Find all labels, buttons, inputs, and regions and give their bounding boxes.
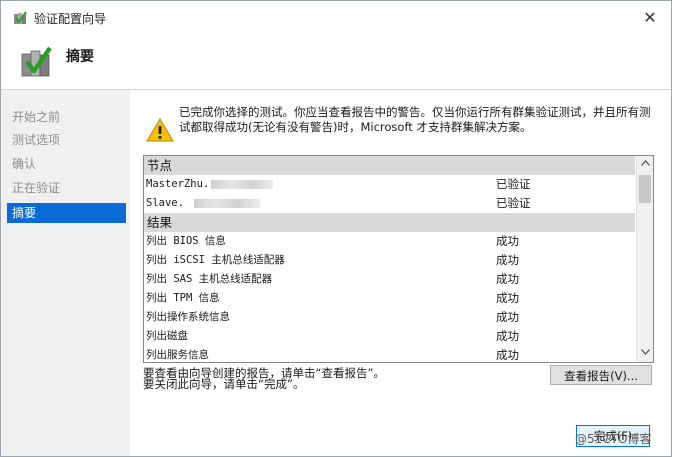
- result-name-cell: 列出 BIOS 信息: [146, 235, 226, 247]
- table-row[interactable]: 列出 SAS 主机总线适配器 成功: [144, 270, 635, 289]
- warning-icon: [146, 118, 174, 142]
- result-name-cell: 列出服务信息: [146, 349, 209, 361]
- result-status-cell: 成功: [496, 272, 519, 286]
- table-row[interactable]: 列出磁盘 成功: [144, 327, 635, 346]
- sidebar-item-testing-options[interactable]: 测试选项: [7, 130, 126, 150]
- result-status-cell: 成功: [496, 234, 519, 248]
- scroll-thumb[interactable]: [639, 175, 651, 203]
- close-wizard-instruction: 要关闭此向导，请单击“完成”。: [143, 377, 305, 391]
- table-row[interactable]: 列出 BIOS 信息 成功: [144, 232, 635, 251]
- chevron-down-icon: [640, 349, 650, 355]
- report-group-header-results: 结果: [144, 213, 635, 232]
- sidebar-item-before-you-begin[interactable]: 开始之前: [7, 107, 126, 127]
- title-bar: 验证配置向导 ✕: [1, 6, 671, 30]
- report-scrollbar[interactable]: [636, 156, 653, 362]
- report-list: 节点 MasterZhu. 已验证 Slave. 已验证 结果 列出 BIOS …: [144, 156, 635, 362]
- sidebar-item-summary[interactable]: 摘要: [7, 203, 126, 223]
- window-title: 验证配置向导: [34, 12, 107, 26]
- scroll-up-button[interactable]: [637, 156, 653, 173]
- report-note: 要查看由向导创建的报告，请单击“查看报告”。 要关闭此向导，请单击“完成”。: [143, 367, 385, 391]
- scroll-down-button[interactable]: [637, 345, 653, 362]
- redacted-blur: [211, 179, 274, 189]
- page-title: 摘要: [66, 49, 94, 65]
- table-row[interactable]: 列出操作系统信息 成功: [144, 308, 635, 327]
- table-row[interactable]: Slave. 已验证: [144, 194, 635, 213]
- node-status-cell: 已验证: [496, 196, 531, 210]
- result-name-cell: 列出操作系统信息: [146, 311, 230, 323]
- table-row[interactable]: 列出 iSCSI 主机总线适配器 成功: [144, 251, 635, 270]
- result-status-cell: 成功: [496, 253, 519, 267]
- sidebar-item-confirmation[interactable]: 确认: [7, 154, 126, 174]
- result-status-cell: 成功: [496, 329, 519, 343]
- node-status-cell: 已验证: [496, 177, 531, 191]
- result-name-cell: 列出 SAS 主机总线适配器: [146, 273, 273, 285]
- chevron-up-icon: [640, 160, 650, 166]
- result-status-cell: 成功: [496, 291, 519, 305]
- cluster-validate-icon: [14, 11, 27, 24]
- node-name-cell: Slave.: [146, 194, 260, 213]
- table-row[interactable]: MasterZhu. 已验证: [144, 175, 635, 194]
- node-name-cell: MasterZhu.: [146, 175, 274, 194]
- report-group-header-nodes: 节点: [144, 156, 635, 175]
- result-name-cell: 列出磁盘: [146, 330, 188, 342]
- report-listbox[interactable]: 节点 MasterZhu. 已验证 Slave. 已验证 结果 列出 BIOS …: [143, 155, 654, 363]
- result-status-cell: 成功: [496, 310, 519, 324]
- close-button[interactable]: ✕: [637, 6, 663, 30]
- result-name-cell: 列出 iSCSI 主机总线适配器: [146, 254, 285, 266]
- table-row[interactable]: 列出 TPM 信息 成功: [144, 289, 635, 308]
- watermark: @51CTO博客: [575, 432, 652, 446]
- redacted-blur: [193, 198, 260, 208]
- view-report-button[interactable]: 查看报告(V)...: [550, 365, 652, 385]
- sidebar-item-validating[interactable]: 正在验证: [7, 178, 126, 198]
- summary-message: 已完成你选择的测试。你应当查看报告中的警告。仅当你运行所有群集验证测试，并且所有…: [179, 105, 651, 134]
- cluster-checkmark-icon: [21, 46, 52, 77]
- summary-content: 已完成你选择的测试。你应当查看报告中的警告。仅当你运行所有群集验证测试，并且所有…: [130, 90, 671, 456]
- result-status-cell: 成功: [496, 348, 519, 362]
- wizard-window: 验证配置向导 ✕ 摘要 开始之前 测试选项 确认 正在验证 摘要 已完成你选择的…: [0, 0, 672, 457]
- table-row[interactable]: 列出服务信息 成功: [144, 346, 635, 362]
- result-name-cell: 列出 TPM 信息: [146, 292, 220, 304]
- wizard-steps-sidebar: 开始之前 测试选项 确认 正在验证 摘要: [1, 90, 130, 456]
